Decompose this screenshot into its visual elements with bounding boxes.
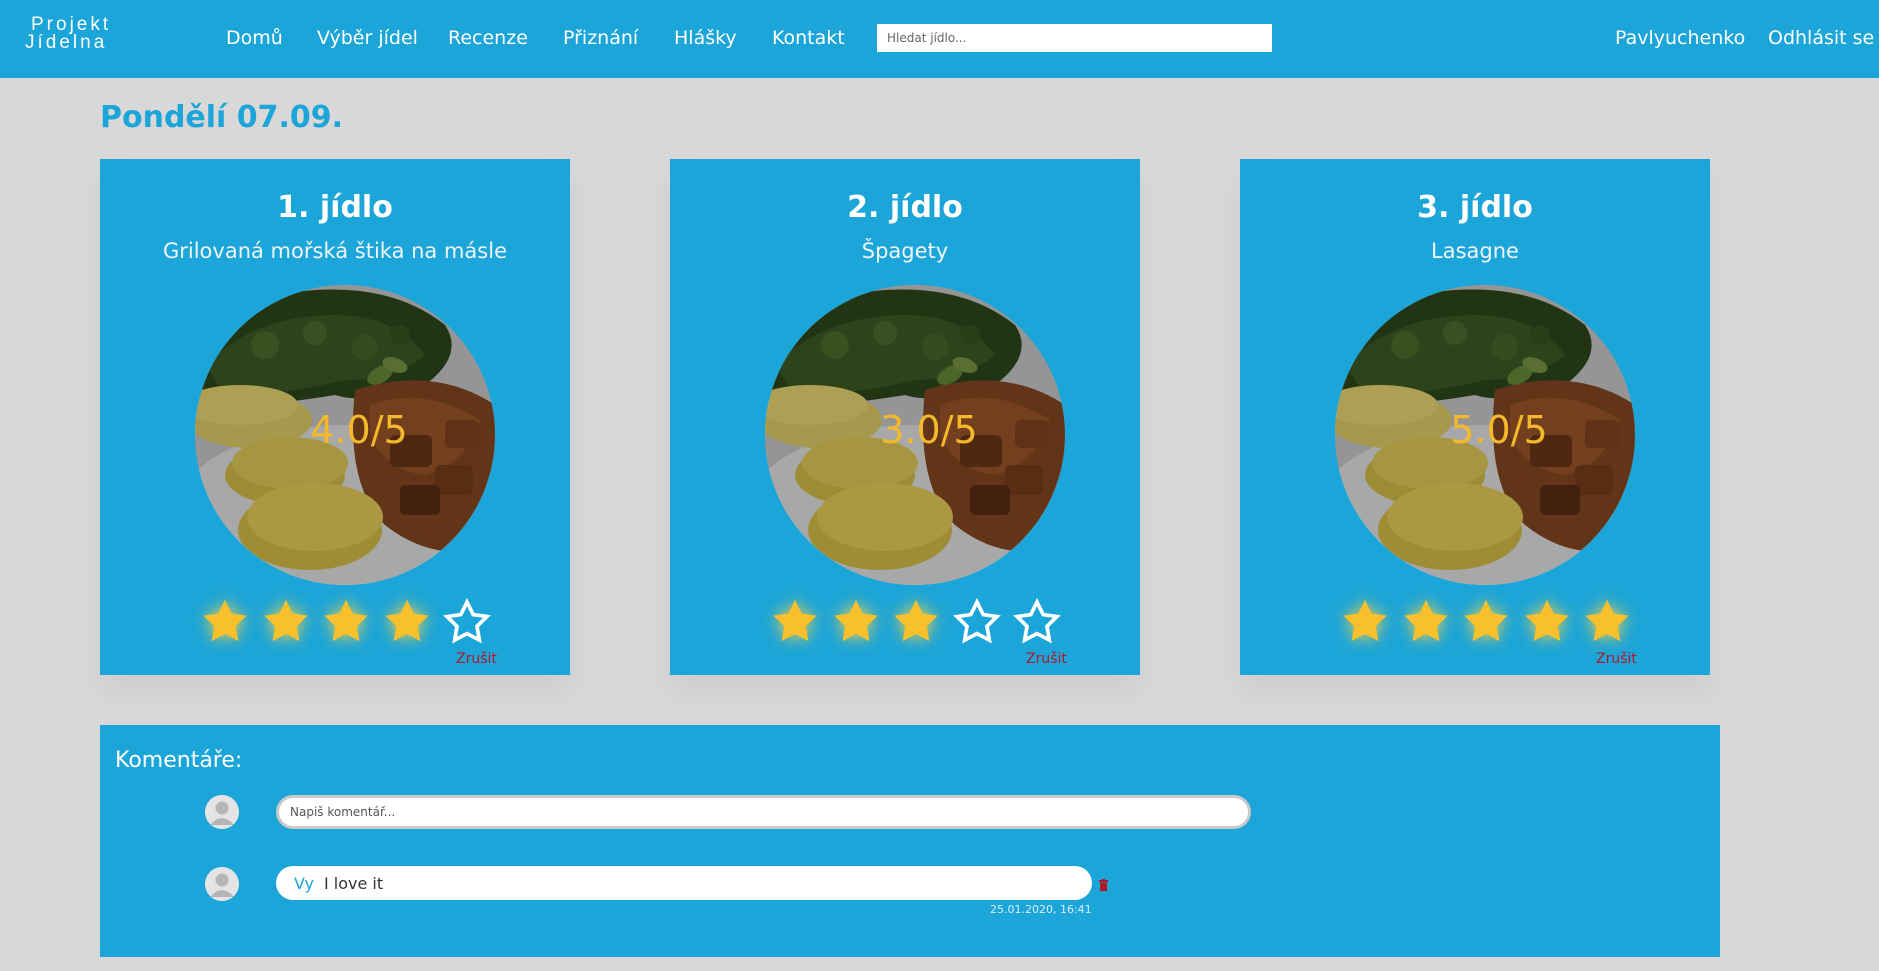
star-icon[interactable] [379, 594, 435, 650]
meal-card-1: 1. jídlo Grilovaná mořská štika na másle… [100, 159, 570, 675]
star-rating [765, 592, 1065, 652]
comments-title: Komentáře: [115, 748, 243, 773]
comment-timestamp: 25.01.2020, 16:41 [990, 903, 1092, 916]
star-icon[interactable] [1458, 594, 1514, 650]
trash-icon[interactable] [1099, 876, 1108, 891]
nav-link-confessions[interactable]: Přiznání [563, 27, 638, 49]
comment-author[interactable]: Vy [294, 874, 314, 893]
meal-dish-name: Grilovaná mořská štika na másle [162, 239, 507, 263]
nav-link-meal-selection[interactable]: Výběr jídel [317, 27, 418, 49]
meal-search-input[interactable] [877, 24, 1272, 52]
logout-link[interactable]: Odhlásit se [1768, 27, 1874, 49]
comment-item: Vy I love it [276, 866, 1092, 900]
cancel-rating-link[interactable]: Zrušit [1026, 651, 1067, 667]
meal-photo: 5.0/5 [1335, 285, 1635, 585]
star-icon[interactable] [828, 594, 884, 650]
meal-card-title: 1. jídlo [277, 190, 393, 225]
star-outline-icon[interactable] [949, 594, 1005, 650]
site-logo[interactable]: Projekt Jídelna [25, 15, 115, 60]
star-icon[interactable] [1398, 594, 1454, 650]
nav-link-quotes[interactable]: Hlášky [674, 27, 737, 49]
user-avatar-icon [205, 795, 239, 829]
meal-dish-name: Lasagne [1431, 239, 1519, 263]
meal-dish-name: Špagety [861, 239, 949, 263]
star-outline-icon[interactable] [1009, 594, 1065, 650]
comments-section: Komentáře: Vy I love it 25.01.2020, 16:4… [100, 725, 1720, 957]
logo-line-2: Jídelna [25, 32, 108, 53]
star-outline-icon[interactable] [439, 594, 495, 650]
meal-photo: 4.0/5 [195, 285, 495, 585]
star-icon[interactable] [1579, 594, 1635, 650]
nav-link-reviews[interactable]: Recenze [448, 27, 528, 49]
average-rating: 4.0/5 [310, 408, 408, 452]
star-rating [1335, 592, 1635, 652]
nav-link-home[interactable]: Domů [226, 27, 283, 49]
star-rating [195, 592, 495, 652]
star-icon[interactable] [318, 594, 374, 650]
meal-card-3: 3. jídlo Lasagne 5.0/5 Zrušit [1240, 159, 1710, 675]
top-navbar: Projekt Jídelna Domů Výběr jídel Recenze… [0, 0, 1879, 78]
average-rating: 3.0/5 [880, 408, 978, 452]
user-avatar-icon [205, 867, 239, 901]
meal-photo: 3.0/5 [765, 285, 1065, 585]
cancel-rating-link[interactable]: Zrušit [456, 651, 497, 667]
comment-text: I love it [323, 873, 384, 893]
average-rating: 5.0/5 [1450, 408, 1548, 452]
star-icon[interactable] [197, 594, 253, 650]
nav-link-contact[interactable]: Kontakt [772, 27, 845, 49]
star-icon[interactable] [1519, 594, 1575, 650]
cancel-rating-link[interactable]: Zrušit [1596, 651, 1637, 667]
meal-card-2: 2. jídlo Špagety 3.0/5 Zrušit [670, 159, 1140, 675]
star-icon[interactable] [1337, 594, 1393, 650]
star-icon[interactable] [767, 594, 823, 650]
user-profile-link[interactable]: Pavlyuchenko [1615, 27, 1745, 49]
meal-card-title: 3. jídlo [1417, 190, 1533, 225]
star-icon[interactable] [888, 594, 944, 650]
day-title: Pondělí 07.09. [100, 100, 344, 135]
comment-input[interactable] [276, 795, 1251, 829]
star-icon[interactable] [258, 594, 314, 650]
meal-card-title: 2. jídlo [847, 190, 963, 225]
